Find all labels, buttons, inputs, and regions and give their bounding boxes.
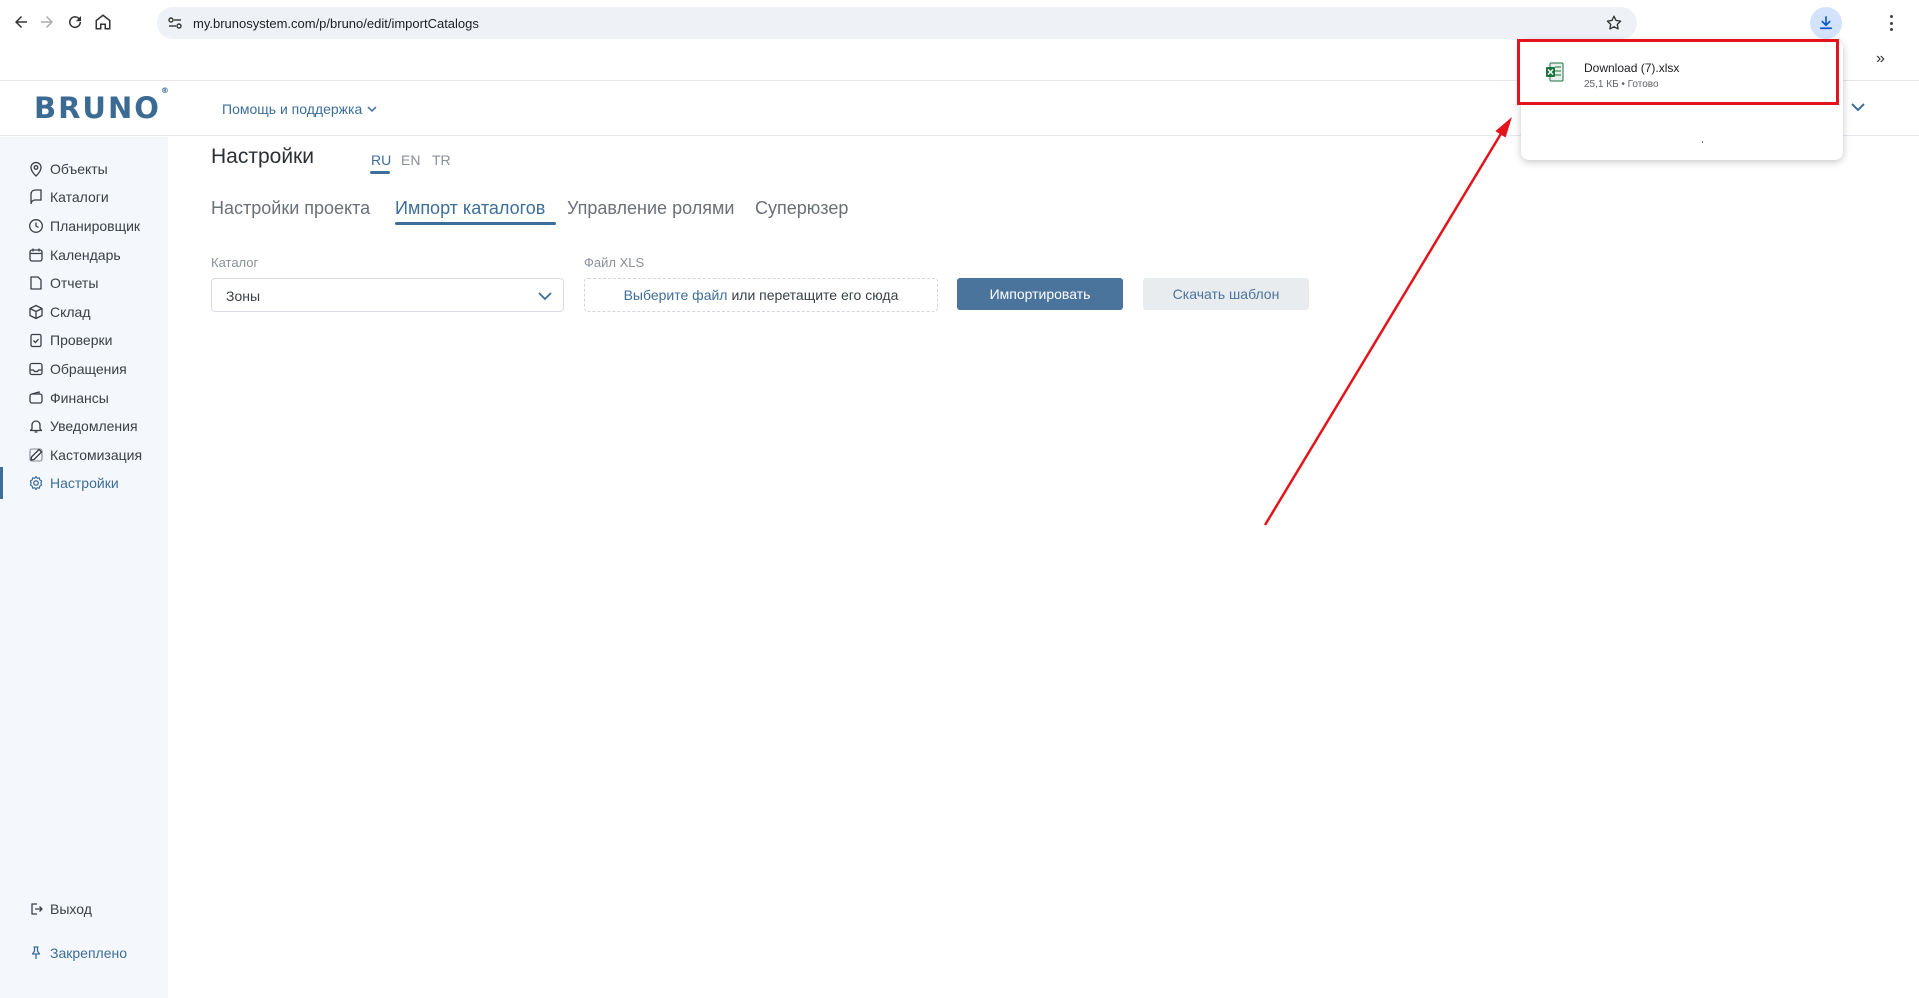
tab-project-settings[interactable]: Настройки проекта bbox=[211, 198, 370, 219]
gear-icon bbox=[29, 475, 43, 491]
choose-file-link[interactable]: Выберите файл bbox=[624, 287, 728, 303]
tab-active-indicator bbox=[395, 222, 556, 225]
sidebar-item-inspections[interactable]: Проверки bbox=[0, 325, 168, 355]
help-menu-label: Помощь и поддержка bbox=[222, 101, 363, 117]
logout-icon bbox=[31, 903, 43, 915]
sidebar-item-label: Финансы bbox=[50, 390, 109, 406]
home-button[interactable] bbox=[91, 10, 115, 34]
bookmark-star-icon[interactable] bbox=[1605, 14, 1623, 32]
download-template-button[interactable]: Скачать шаблон bbox=[1143, 278, 1309, 310]
clock-icon bbox=[29, 219, 43, 233]
inbox-icon bbox=[29, 362, 43, 376]
bruno-logo[interactable]: BRUNO® bbox=[34, 86, 169, 125]
sidebar-item-label: Уведомления bbox=[50, 418, 138, 434]
reload-button[interactable] bbox=[63, 10, 87, 34]
chevron-down-icon bbox=[367, 106, 377, 113]
checklist-icon bbox=[30, 333, 42, 348]
report-icon bbox=[30, 276, 42, 290]
catalog-select-value: Зоны bbox=[226, 288, 261, 304]
file-dropzone[interactable]: Выберите файл или перетащите его сюда bbox=[584, 278, 938, 312]
pin-icon bbox=[31, 946, 41, 959]
sidebar: Объекты Каталоги Планировщик Календарь О… bbox=[0, 137, 168, 998]
logout-button[interactable]: Выход bbox=[0, 894, 168, 924]
sidebar-item-notifications[interactable]: Уведомления bbox=[0, 411, 168, 441]
lang-active-indicator bbox=[370, 171, 390, 174]
lang-ru[interactable]: RU bbox=[371, 152, 391, 168]
download-file-meta: 25,1 КБ • Готово bbox=[1584, 79, 1659, 90]
sidebar-item-label: Планировщик bbox=[50, 218, 141, 234]
sidebar-item-reports[interactable]: Отчеты bbox=[0, 268, 168, 298]
help-menu[interactable]: Помощь и поддержка bbox=[222, 101, 378, 117]
site-settings-icon[interactable] bbox=[167, 15, 183, 31]
address-bar[interactable]: my.brunosystem.com/p/bruno/edit/importCa… bbox=[157, 7, 1637, 39]
map-pin-icon bbox=[30, 161, 42, 177]
sidebar-item-customization[interactable]: Кастомизация bbox=[0, 440, 168, 470]
sidebar-item-label: Календарь bbox=[50, 247, 121, 263]
import-button[interactable]: Импортировать bbox=[957, 278, 1123, 310]
page-title: Настройки bbox=[211, 145, 314, 168]
sidebar-item-requests[interactable]: Обращения bbox=[0, 354, 168, 384]
sidebar-item-warehouse[interactable]: Склад bbox=[0, 297, 168, 327]
sidebar-item-label: Кастомизация bbox=[50, 447, 143, 463]
pinned-label: Закреплено bbox=[50, 945, 127, 961]
catalog-icon bbox=[30, 189, 42, 205]
downloads-button[interactable] bbox=[1810, 7, 1842, 39]
pin-sidebar-button[interactable]: Закреплено bbox=[0, 938, 168, 968]
logout-label: Выход bbox=[50, 901, 92, 917]
file-label: Файл XLS bbox=[584, 255, 645, 270]
sidebar-item-label: Склад bbox=[50, 304, 91, 320]
sidebar-item-label: Каталоги bbox=[50, 189, 109, 205]
sidebar-item-calendar[interactable]: Календарь bbox=[0, 240, 168, 270]
sidebar-item-settings[interactable]: Настройки bbox=[0, 467, 168, 499]
lang-en[interactable]: EN bbox=[401, 152, 420, 168]
more-bookmarks-icon[interactable]: » bbox=[1876, 50, 1885, 68]
chevron-down-icon bbox=[538, 292, 552, 301]
browser-menu-button[interactable] bbox=[1886, 12, 1896, 34]
tab-superuser[interactable]: Суперюзер bbox=[755, 198, 848, 219]
download-item[interactable]: Download (7).xlsx 25,1 КБ • Готово bbox=[1517, 39, 1839, 105]
sidebar-item-catalogs[interactable]: Каталоги bbox=[0, 182, 168, 212]
catalog-select[interactable]: Зоны bbox=[211, 278, 564, 312]
sidebar-item-label: Объекты bbox=[50, 161, 108, 177]
download-file-name[interactable]: Download (7).xlsx bbox=[1584, 61, 1679, 75]
sidebar-item-objects[interactable]: Объекты bbox=[0, 154, 168, 184]
dropzone-hint: или перетащите его сюда bbox=[731, 287, 899, 303]
tab-import-catalogs[interactable]: Импорт каталогов bbox=[395, 198, 545, 219]
home-icon bbox=[95, 14, 111, 30]
excel-file-icon bbox=[1546, 62, 1564, 82]
catalog-label: Каталог bbox=[211, 255, 259, 270]
sidebar-item-scheduler[interactable]: Планировщик bbox=[0, 211, 168, 241]
back-button[interactable] bbox=[9, 10, 33, 34]
forward-button[interactable] bbox=[35, 10, 59, 34]
reload-icon bbox=[69, 16, 82, 29]
pencil-icon bbox=[29, 448, 43, 462]
sidebar-item-label: Настройки bbox=[50, 475, 119, 491]
sidebar-item-finance[interactable]: Финансы bbox=[0, 383, 168, 413]
box-icon bbox=[29, 304, 43, 320]
wallet-icon bbox=[29, 391, 43, 404]
sidebar-item-label: Проверки bbox=[50, 332, 113, 348]
popup-dot bbox=[1702, 141, 1703, 143]
bell-icon bbox=[29, 420, 43, 433]
tab-role-management[interactable]: Управление ролями bbox=[567, 198, 734, 219]
arrow-left-icon bbox=[15, 16, 27, 28]
user-menu-chevron-icon[interactable] bbox=[1849, 98, 1867, 116]
download-icon bbox=[1819, 16, 1833, 30]
sidebar-item-label: Отчеты bbox=[50, 275, 99, 291]
sidebar-item-label: Обращения bbox=[50, 361, 127, 377]
arrow-right-icon bbox=[41, 16, 53, 28]
lang-tr[interactable]: TR bbox=[432, 152, 451, 168]
calendar-icon bbox=[29, 248, 43, 262]
url-text[interactable]: my.brunosystem.com/p/bruno/edit/importCa… bbox=[193, 16, 479, 31]
